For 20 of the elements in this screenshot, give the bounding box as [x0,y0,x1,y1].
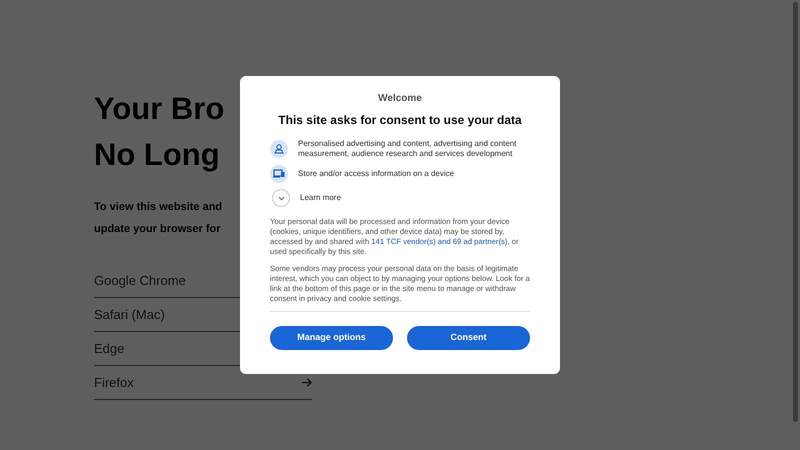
learn-more-label[interactable]: Learn more [300,192,341,204]
dialog-eyebrow: Welcome [378,92,422,106]
page-heading: Your Bro [94,90,224,128]
chevron-icon [278,196,284,200]
intro-text: To view this website and [94,200,222,215]
intro-text: update your browser for [94,222,221,237]
page-heading: No Long [94,136,220,174]
browser-link[interactable]: Edge [94,338,124,358]
purpose-icon [270,140,288,158]
browser-link[interactable]: Google Chrome [94,270,186,290]
manage-options-button[interactable]: Manage options [270,326,393,350]
purpose-text: Personalised advertising and content, advertising and content measurement, audience research and services development [298,139,518,159]
dialog-title: This site asks for consent to use your data [278,112,522,129]
scrollbar[interactable] [793,2,798,422]
expand-toggle[interactable] [272,189,290,207]
consent-button[interactable]: Consent [407,326,530,350]
purpose-text: Store and/or access information on a device [298,169,454,179]
browser-link[interactable]: Firefox [94,372,134,392]
browser-link[interactable]: Safari (Mac) [94,304,165,324]
purpose-icon [270,165,288,183]
